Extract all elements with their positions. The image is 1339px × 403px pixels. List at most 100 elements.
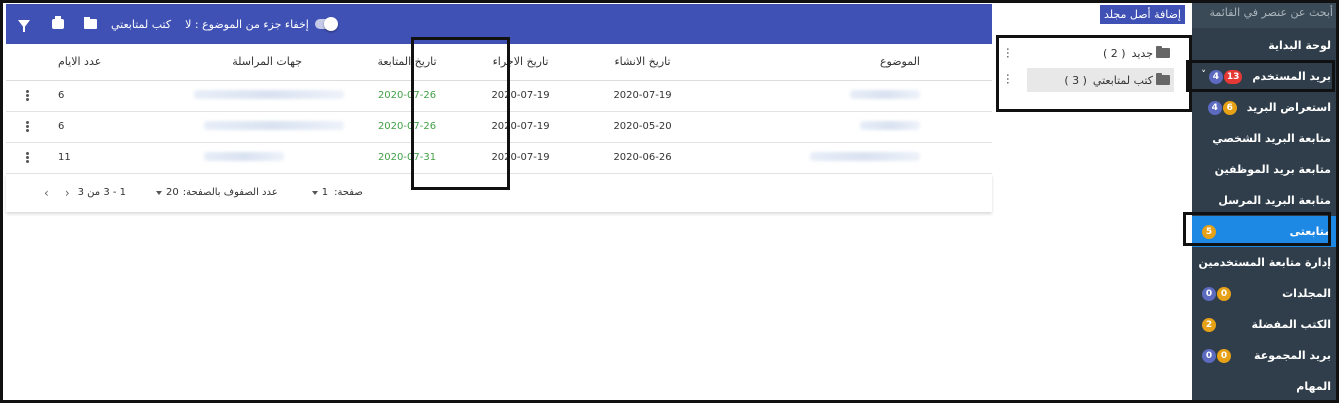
more-vert-icon[interactable]: ··· [1001,47,1015,58]
table-row[interactable]: 2020-06-26 2020-07-19 2020-07-31 11 [6,142,992,174]
blurred-subject [810,151,920,161]
count-badge: 0 [1202,286,1216,301]
table-header-row: الموضوع تاريخ الانشاء تاريخ الاجراء تاري… [6,44,992,81]
badge-group: ˅ 4 13 [1201,69,1243,84]
blurred-subject [860,120,920,130]
sidebar-item-tasks[interactable]: المهام [1192,371,1339,402]
more-vert-icon[interactable]: ··· [1001,73,1015,84]
chevron-down-icon: ˅ [1201,69,1206,80]
cell-procedure: 2020-07-19 [462,111,579,143]
sidebar-item-label: المهام [1296,380,1331,393]
sidebar-item-browse-mail[interactable]: استعراض البريد 4 6 [1192,92,1339,123]
sidebar-item-my-followups[interactable]: متابعتى 5 [1192,216,1339,247]
add-root-folder-button[interactable]: إضافة أصل مجلد [1099,5,1185,24]
sidebar-item-staff-followup[interactable]: متابعة بريد الموظفين [1192,154,1339,185]
count-badge: 5 [1202,224,1216,239]
count-badge: 13 [1223,69,1243,84]
count-badge: 4 [1207,100,1222,115]
search-placeholder: أبحث عن عنصر في القائمة [1209,6,1333,19]
header-days[interactable]: عدد الايام [48,44,168,81]
cell-followup: 2020-07-26 [352,80,462,112]
sidebar-item-user-mail[interactable]: بريد المستخدم ˅ 4 13 [1192,61,1339,92]
dropdown-arrow-icon [311,190,318,195]
sidebar-item-label: بريد المجموعة [1254,349,1331,362]
count-badge: 2 [1202,317,1216,332]
more-vert-icon [25,124,29,128]
filter-button[interactable] [18,20,30,32]
row-menu-button[interactable] [6,111,48,143]
row-menu-button[interactable] [6,80,48,112]
header-created[interactable]: تاريخ الانشاء [579,44,706,81]
hide-subject-label: إخفاء جزء من الموضوع : لا [185,17,309,31]
table-row[interactable]: 2020-07-19 2020-07-19 2020-07-26 6 [6,80,992,112]
sidebar-item-sent-followup[interactable]: متابعة البريد المرسل [1192,185,1339,216]
header-actions [6,44,48,81]
sidebar-item-label: بريد المستخدم [1252,70,1331,83]
folder-name: جديد [1131,46,1153,60]
cell-days: 6 [48,80,168,112]
table-row[interactable]: 2020-05-20 2020-07-19 2020-07-26 6 [6,111,992,143]
sidebar-search[interactable]: أبحث عن عنصر في القائمة [1192,0,1339,28]
row-menu-button[interactable] [6,142,48,174]
cell-subject [706,142,992,174]
page-select[interactable]: 1 [311,187,329,198]
sidebar: أبحث عن عنصر في القائمة لوحة البداية بري… [1192,0,1339,403]
blurred-correspondents [204,120,344,130]
cell-procedure: 2020-07-19 [462,80,579,112]
current-folder: كتب لمتابعتي [111,18,171,31]
print-button[interactable] [52,16,64,29]
hide-subject-toggle[interactable]: إخفاء جزء من الموضوع : لا [185,17,338,31]
cell-created: 2020-06-26 [579,142,706,174]
followup-table: الموضوع تاريخ الانشاء تاريخ الاجراء تاري… [6,44,992,174]
folder-icon [84,17,97,29]
sidebar-item-label: استعراض البريد [1246,101,1331,114]
sidebar-item-label: لوحة البداية [1268,39,1331,52]
cell-procedure: 2020-07-19 [462,142,579,174]
cell-subject [706,80,992,112]
badge-group: 2 [1202,317,1216,332]
next-page-button[interactable]: › [44,186,49,200]
count-badge: 0 [1217,348,1231,363]
folder-count: ( 2 ) [1102,46,1126,60]
folder-item-my-followups[interactable]: كتب لمتابعتي ( 3 ) [1027,68,1174,92]
sidebar-item-manage-user-followup[interactable]: إدارة متابعة المستخدمين [1192,247,1339,278]
count-badge: 6 [1222,100,1237,115]
print-icon [52,16,64,29]
sidebar-item-folders[interactable]: المجلدات 0 0 [1192,278,1339,309]
page-value: 1 [321,187,329,198]
dropdown-arrow-icon [156,190,163,195]
blurred-correspondents [194,89,344,99]
badge-group: 4 6 [1207,100,1237,115]
sidebar-item-group-mail[interactable]: بريد المجموعة 0 0 [1192,340,1339,371]
pagination: صفحة: 1 عدد الصفوف بالصفحة: 20 1 - 3 من … [6,174,992,212]
folder-item-new[interactable]: جديد ( 2 ) ··· [1000,41,1174,65]
badge-group: 0 0 [1202,348,1231,363]
sidebar-item-dashboard[interactable]: لوحة البداية [1192,30,1339,61]
prev-page-button[interactable]: ‹ [65,186,70,200]
toggle-switch[interactable] [314,17,338,31]
more-vert-icon [25,155,29,159]
folder-icon [1156,46,1170,58]
cell-subject [706,111,992,143]
sidebar-item-favorites[interactable]: الكتب المفضلة 2 [1192,309,1339,340]
sidebar-item-personal-followup[interactable]: متابعة البريد الشخصي [1192,123,1339,154]
cell-correspondents [168,142,352,174]
sidebar-item-label: متابعة البريد الشخصي [1212,132,1331,145]
sidebar-item-label: متابعة البريد المرسل [1218,194,1331,207]
folder-button[interactable] [84,17,97,29]
sidebar-item-label: الكتب المفضلة [1251,318,1331,331]
blurred-subject [850,89,920,99]
count-badge: 0 [1217,286,1231,301]
rows-per-page-select[interactable]: 20 [156,187,179,198]
header-followup[interactable]: تاريخ المتابعة [352,44,462,81]
header-subject[interactable]: الموضوع [706,44,992,81]
header-procedure[interactable]: تاريخ الاجراء [462,44,579,81]
cell-followup: 2020-07-26 [352,111,462,143]
rows-per-page-label: عدد الصفوف بالصفحة: [182,187,278,198]
rows-per-page-value: 20 [166,187,179,198]
cell-days: 11 [48,142,168,174]
header-correspondents[interactable]: جهات المراسلة [168,44,352,81]
badge-group: 5 [1202,224,1216,239]
sidebar-item-label: المجلدات [1282,287,1331,300]
filter-icon [18,20,30,32]
